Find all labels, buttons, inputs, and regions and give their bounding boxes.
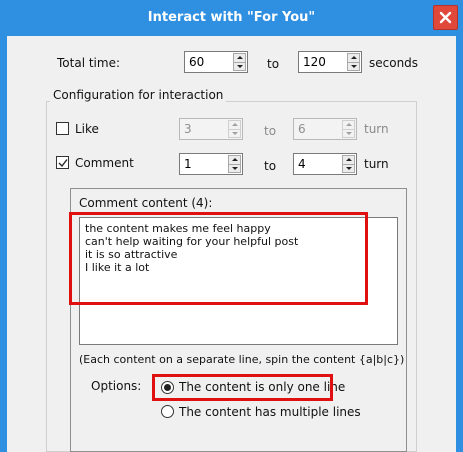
option-multiple-lines-label[interactable]: The content has multiple lines	[179, 405, 361, 419]
comment-line: the content makes me feel happy	[85, 222, 271, 235]
comment-to-stepper[interactable]: 4	[293, 153, 357, 175]
comment-unit: turn	[364, 157, 389, 171]
chevron-up-icon	[231, 158, 238, 162]
stepper-down-button[interactable]	[342, 129, 355, 138]
stepper-up-button[interactable]	[233, 53, 246, 63]
comment-label: Comment	[75, 156, 134, 170]
chevron-down-icon	[231, 131, 238, 135]
stepper-down-button[interactable]	[228, 129, 241, 138]
total-time-to-label: to	[267, 57, 280, 71]
comment-line: can't help waiting for your helpful post	[85, 235, 299, 248]
comment-to-value: 4	[298, 157, 306, 171]
comment-line: I like it a lot	[85, 261, 150, 274]
stepper-up-button[interactable]	[347, 53, 360, 63]
options-label: Options:	[91, 379, 142, 393]
like-to-label: to	[264, 124, 277, 138]
stepper-up-button[interactable]	[342, 120, 355, 130]
stepper-up-button[interactable]	[228, 120, 241, 130]
total-time-from-value: 60	[189, 55, 205, 69]
option-one-line-radio[interactable]	[161, 381, 174, 394]
chevron-down-icon	[231, 166, 238, 170]
total-time-to-value: 120	[303, 55, 326, 69]
total-time-unit: seconds	[369, 56, 419, 70]
window-title: Interact with "For You"	[147, 10, 316, 25]
chevron-up-icon	[350, 56, 357, 60]
stepper-down-button[interactable]	[342, 164, 355, 173]
like-to-stepper[interactable]: 6	[293, 118, 357, 140]
checkmark-icon	[58, 159, 68, 168]
option-one-line-label[interactable]: The content is only one line	[179, 380, 345, 394]
radio-selected-dot	[164, 384, 171, 391]
stepper-down-button[interactable]	[347, 62, 360, 71]
comment-line: it is so attractive	[85, 248, 178, 261]
chevron-up-icon	[231, 123, 238, 127]
close-button[interactable]	[433, 5, 458, 30]
stepper-up-button[interactable]	[342, 155, 355, 165]
comment-from-stepper[interactable]: 1	[179, 153, 243, 175]
total-time-to-stepper[interactable]: 120	[298, 51, 362, 73]
chevron-down-icon	[350, 64, 357, 68]
like-unit: turn	[364, 122, 389, 136]
like-label: Like	[75, 122, 99, 136]
like-checkbox[interactable]	[56, 122, 69, 135]
configuration-group-label: Configuration for interaction	[50, 88, 227, 102]
like-from-value: 3	[184, 122, 192, 136]
chevron-up-icon	[236, 56, 243, 60]
title-bar[interactable]: Interact with "For You"	[0, 0, 463, 36]
chevron-up-icon	[345, 123, 352, 127]
stepper-down-button[interactable]	[228, 164, 241, 173]
comment-content-hint: (Each content on a separate line, spin t…	[79, 353, 405, 366]
dialog-window: Interact with "For You" Total time: 60 t…	[0, 0, 463, 452]
option-multiple-lines-radio[interactable]	[161, 405, 174, 418]
comment-content-textarea[interactable]: the content makes me feel happy can't he…	[79, 217, 398, 345]
dialog-body: Total time: 60 to 120 seconds Configurat…	[7, 36, 456, 452]
comment-to-label: to	[264, 159, 277, 173]
comment-content-label: Comment content (4):	[79, 196, 213, 210]
close-icon	[439, 11, 452, 24]
like-from-stepper[interactable]: 3	[179, 118, 243, 140]
comment-checkbox[interactable]	[56, 156, 69, 169]
total-time-label: Total time:	[57, 56, 120, 70]
stepper-down-button[interactable]	[233, 62, 246, 71]
stepper-up-button[interactable]	[228, 155, 241, 165]
total-time-from-stepper[interactable]: 60	[184, 51, 248, 73]
chevron-down-icon	[345, 131, 352, 135]
chevron-down-icon	[236, 64, 243, 68]
comment-from-value: 1	[184, 157, 192, 171]
like-to-value: 6	[298, 122, 306, 136]
chevron-down-icon	[345, 166, 352, 170]
chevron-up-icon	[345, 158, 352, 162]
